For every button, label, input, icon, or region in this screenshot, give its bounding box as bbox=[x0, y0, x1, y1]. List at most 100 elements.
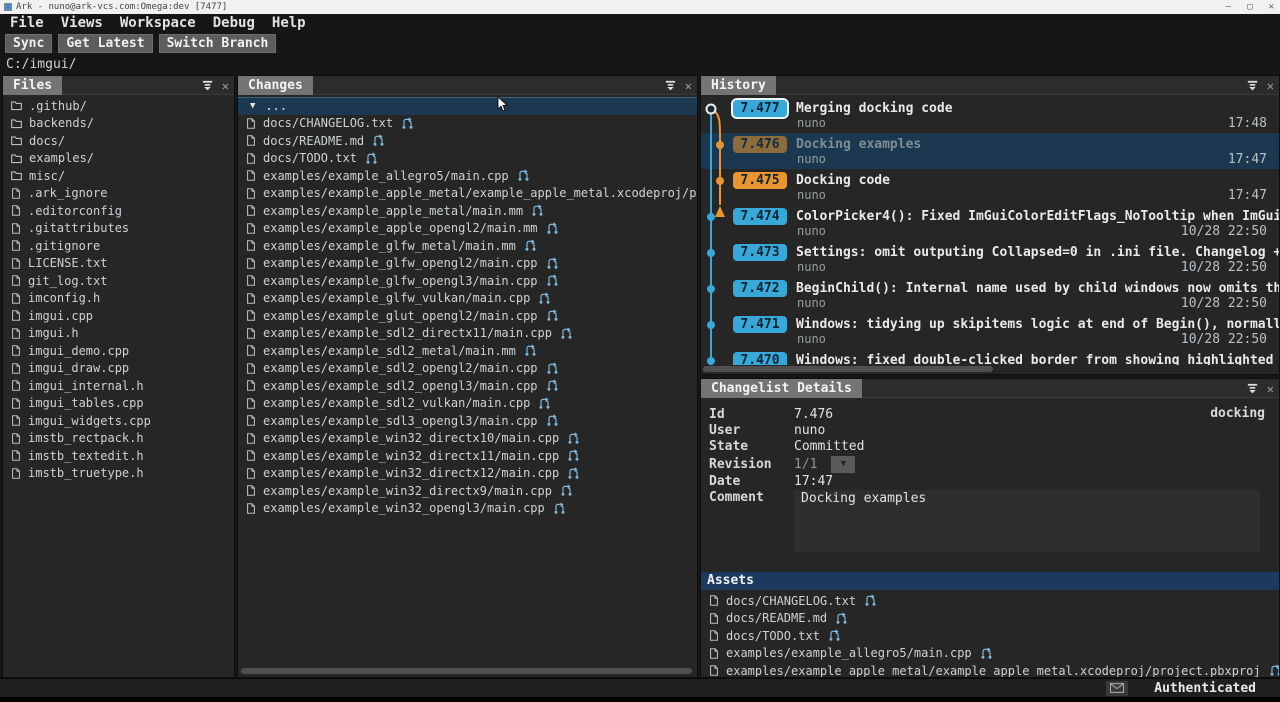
auth-status: Authenticated bbox=[1154, 681, 1256, 696]
changed-file-row[interactable]: examples/example_win32_directx10/main.cp… bbox=[238, 430, 697, 448]
tab-changes[interactable]: Changes bbox=[238, 76, 313, 95]
changed-file-row[interactable]: examples/example_apple_opengl2/main.mm bbox=[238, 220, 697, 238]
changed-file-row[interactable]: examples/example_allegro5/main.cpp bbox=[238, 167, 697, 185]
file-tree-item[interactable]: imstb_textedit.h bbox=[3, 447, 234, 465]
folder-icon bbox=[10, 99, 23, 112]
menu-item[interactable]: Views bbox=[61, 15, 103, 31]
filter-icon[interactable] bbox=[201, 79, 214, 92]
changed-status-icon bbox=[553, 502, 566, 515]
tab-files[interactable]: Files bbox=[3, 76, 62, 95]
close-panel-icon[interactable]: ✕ bbox=[1267, 383, 1274, 395]
tab-changelist-details[interactable]: Changelist Details bbox=[701, 379, 862, 398]
changed-file-row[interactable]: examples/example_sdl2_opengl3/main.cpp bbox=[238, 377, 697, 395]
file-tree-item[interactable]: .github/ bbox=[3, 97, 234, 115]
file-tree-item[interactable]: imgui_internal.h bbox=[3, 377, 234, 395]
changeset-row[interactable]: 7.471 Windows: tidying up skipitems logi… bbox=[701, 313, 1279, 349]
changed-file-row[interactable]: examples/example_sdl2_metal/main.mm bbox=[238, 342, 697, 360]
asset-row[interactable]: docs/TODO.txt bbox=[701, 627, 1279, 645]
changeset-row[interactable]: 7.472 BeginChild(): Internal name used b… bbox=[701, 277, 1279, 313]
chevron-down-icon[interactable]: ▼ bbox=[250, 101, 255, 111]
file-icon bbox=[245, 344, 257, 357]
changed-file-row[interactable]: examples/example_sdl2_vulkan/main.cpp bbox=[238, 395, 697, 413]
toolbar-button[interactable]: Sync bbox=[5, 34, 52, 53]
file-tree-item[interactable]: .gitignore bbox=[3, 237, 234, 255]
changeset-row[interactable]: 7.473 Settings: omit outputing Collapsed… bbox=[701, 241, 1279, 277]
file-tree-item[interactable]: LICENSE.txt bbox=[3, 255, 234, 273]
changed-status-icon bbox=[546, 274, 559, 287]
changed-file-row[interactable]: examples/example_glfw_opengl3/main.cpp bbox=[238, 272, 697, 290]
changed-file-row[interactable]: examples/example_glfw_opengl2/main.cpp bbox=[238, 255, 697, 273]
changed-file-row[interactable]: examples/example_apple_metal/main.mm bbox=[238, 202, 697, 220]
horizontal-scrollbar[interactable] bbox=[703, 366, 993, 372]
changed-file-row[interactable]: examples/example_sdl3_opengl3/main.cpp bbox=[238, 412, 697, 430]
file-tree-item[interactable]: imgui_demo.cpp bbox=[3, 342, 234, 360]
file-tree-item[interactable]: imgui.cpp bbox=[3, 307, 234, 325]
menu-item[interactable]: File bbox=[10, 15, 44, 31]
filter-icon[interactable] bbox=[1246, 382, 1259, 395]
file-tree-item[interactable]: docs/ bbox=[3, 132, 234, 150]
file-tree-item[interactable]: .ark_ignore bbox=[3, 185, 234, 203]
menu-item[interactable]: Debug bbox=[213, 15, 255, 31]
changed-file-row[interactable]: examples/example_glfw_vulkan/main.cpp bbox=[238, 290, 697, 308]
changed-status-icon bbox=[546, 362, 559, 375]
changeset-row[interactable]: 7.475 Docking code nuno 17:47 bbox=[701, 169, 1279, 205]
file-tree-item[interactable]: backends/ bbox=[3, 115, 234, 133]
toolbar-button[interactable]: Switch Branch bbox=[159, 34, 277, 53]
file-tree-item[interactable]: examples/ bbox=[3, 150, 234, 168]
file-tree-item[interactable]: imstb_truetype.h bbox=[3, 465, 234, 483]
changeset-row[interactable]: 7.474 ColorPicker4(): Fixed ImGuiColorEd… bbox=[701, 205, 1279, 241]
file-tree-item[interactable]: imconfig.h bbox=[3, 290, 234, 308]
file-tree-item[interactable]: imgui_draw.cpp bbox=[3, 360, 234, 378]
menu-item[interactable]: Workspace bbox=[120, 15, 196, 31]
changed-file-row[interactable]: examples/example_win32_directx9/main.cpp bbox=[238, 482, 697, 500]
file-icon bbox=[245, 327, 257, 340]
file-icon bbox=[10, 467, 22, 480]
filter-icon[interactable] bbox=[1246, 79, 1259, 92]
changed-file-row[interactable]: examples/example_sdl2_directx11/main.cpp bbox=[238, 325, 697, 343]
comment-field[interactable]: Docking examples bbox=[794, 490, 1260, 552]
revision-dropdown-button[interactable]: ▼ bbox=[831, 456, 855, 473]
maximize-button[interactable]: ▢ bbox=[1247, 2, 1252, 12]
changed-file-row[interactable]: examples/example_win32_directx11/main.cp… bbox=[238, 447, 697, 465]
field-label-id: Id bbox=[701, 407, 794, 422]
close-panel-icon[interactable]: ✕ bbox=[685, 80, 692, 92]
changed-file-row[interactable]: examples/example_win32_directx12/main.cp… bbox=[238, 465, 697, 483]
changeset-row[interactable]: 7.476 Docking examples nuno 17:47 bbox=[701, 133, 1279, 169]
changed-file-row[interactable]: docs/README.md bbox=[238, 132, 697, 150]
file-tree-item[interactable]: imgui.h bbox=[3, 325, 234, 343]
close-button[interactable]: ✕ bbox=[1269, 2, 1274, 12]
changed-file-row[interactable]: examples/example_glfw_metal/main.mm bbox=[238, 237, 697, 255]
file-tree-item[interactable]: imgui_tables.cpp bbox=[3, 395, 234, 413]
changed-file-path: examples/example_glut_opengl2/main.cpp bbox=[263, 309, 538, 323]
asset-row[interactable]: examples/example_allegro5/main.cpp bbox=[701, 645, 1279, 663]
close-panel-icon[interactable]: ✕ bbox=[222, 80, 229, 92]
changed-file-row[interactable]: examples/example_apple_metal/example_app… bbox=[238, 185, 697, 203]
horizontal-scrollbar[interactable] bbox=[241, 668, 692, 674]
file-tree-item[interactable]: .gitattributes bbox=[3, 220, 234, 238]
changed-file-row[interactable]: docs/TODO.txt bbox=[238, 150, 697, 168]
file-tree-item[interactable]: git_log.txt bbox=[3, 272, 234, 290]
menu-item[interactable]: Help bbox=[272, 15, 306, 31]
file-tree-item[interactable]: misc/ bbox=[3, 167, 234, 185]
changed-file-row[interactable]: examples/example_win32_opengl3/main.cpp bbox=[238, 500, 697, 518]
tab-history[interactable]: History bbox=[701, 76, 776, 95]
changeset-row[interactable]: 7.470 Windows: fixed double-clicked bord… bbox=[701, 349, 1279, 365]
file-tree-item[interactable]: imgui_widgets.cpp bbox=[3, 412, 234, 430]
changed-file-row[interactable]: docs/CHANGELOG.txt bbox=[238, 115, 697, 133]
close-panel-icon[interactable]: ✕ bbox=[1267, 80, 1274, 92]
mail-icon[interactable] bbox=[1106, 681, 1128, 696]
changes-root-row[interactable]: ▼ ... bbox=[238, 97, 697, 115]
changeset-row[interactable]: 7.477 Merging docking code nuno 17:48 bbox=[701, 97, 1279, 133]
changed-file-row[interactable]: examples/example_glut_opengl2/main.cpp bbox=[238, 307, 697, 325]
changed-file-row[interactable]: examples/example_sdl2_opengl2/main.cpp bbox=[238, 360, 697, 378]
asset-row[interactable]: docs/CHANGELOG.txt bbox=[701, 592, 1279, 610]
asset-row[interactable]: examples/example_apple_metal/example_app… bbox=[701, 662, 1279, 677]
file-tree-item[interactable]: imstb_rectpack.h bbox=[3, 430, 234, 448]
toolbar-button[interactable]: Get Latest bbox=[58, 34, 152, 53]
minimize-button[interactable]: – bbox=[1226, 2, 1231, 12]
file-icon bbox=[708, 594, 720, 607]
changed-status-icon bbox=[372, 134, 385, 147]
asset-row[interactable]: docs/README.md bbox=[701, 610, 1279, 628]
filter-icon[interactable] bbox=[664, 79, 677, 92]
file-tree-item[interactable]: .editorconfig bbox=[3, 202, 234, 220]
